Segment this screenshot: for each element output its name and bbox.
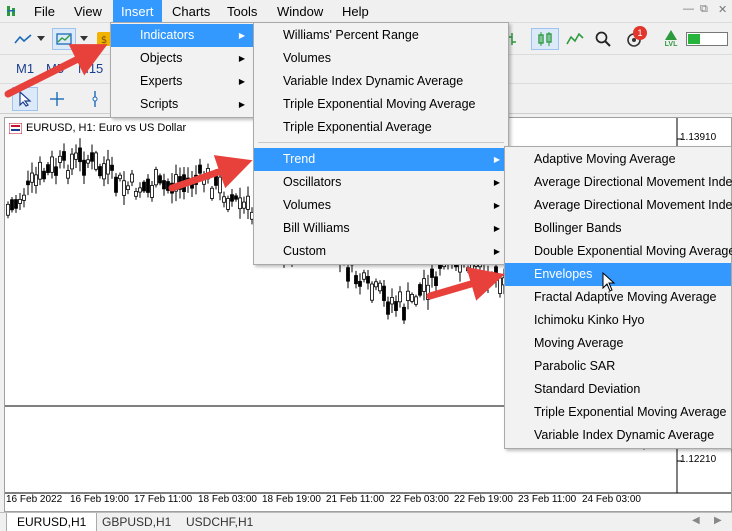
red-arrow-icon: [168, 155, 253, 192]
red-arrow-icon: [4, 44, 108, 98]
red-arrow-icon: [426, 267, 505, 301]
annotation-arrows: [4, 44, 505, 301]
